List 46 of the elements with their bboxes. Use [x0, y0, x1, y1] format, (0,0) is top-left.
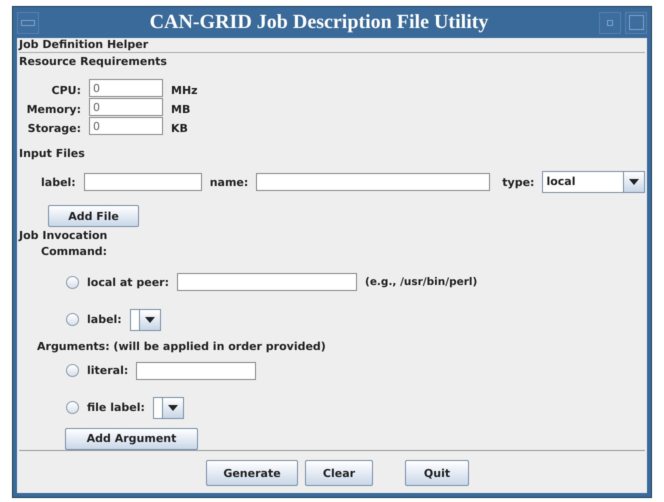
field-label: Storage: — [26, 122, 81, 135]
unit-label: MHz — [171, 84, 198, 97]
action-button[interactable]: Clear — [305, 460, 373, 486]
hint-text: (e.g., /usr/bin/perl) — [365, 276, 478, 288]
radio-button[interactable] — [66, 276, 79, 289]
section-title: Input Files — [19, 147, 85, 161]
section-title: Resource Requirements — [19, 55, 167, 69]
label-dropdown[interactable] — [130, 308, 161, 330]
window-menu-button[interactable] — [17, 12, 39, 34]
unit-label: KB — [171, 122, 189, 135]
caret-icon — [629, 179, 640, 185]
field-label: Arguments: (will be applied in order provided) — [37, 340, 326, 354]
option-label: literal: — [87, 364, 128, 378]
minimize-button[interactable] — [599, 12, 621, 34]
field-label: CPU: — [50, 84, 81, 97]
input-field[interactable]: 0 — [89, 117, 163, 135]
action-button[interactable]: Generate — [206, 460, 298, 486]
caret-icon — [168, 404, 178, 411]
radio-button[interactable] — [66, 401, 79, 414]
option-label: file label: — [87, 401, 145, 414]
caret-icon — [144, 316, 155, 322]
maximize-button[interactable] — [625, 12, 647, 34]
input-field[interactable]: 0 — [89, 98, 163, 116]
option-label: local at peer: — [87, 276, 170, 289]
type-dropdown[interactable]: local — [542, 171, 646, 193]
input-field[interactable] — [256, 173, 490, 191]
input-field[interactable]: 0 — [89, 79, 163, 97]
field-label: label: — [41, 176, 76, 188]
input-field[interactable] — [177, 273, 358, 292]
add-file-button[interactable]: Add File — [48, 205, 139, 228]
radio-button[interactable] — [66, 313, 79, 326]
input-field[interactable] — [84, 173, 202, 191]
action-button[interactable]: Quit — [405, 460, 469, 486]
window-title: CAN-GRID Job Description File Utility — [148, 11, 490, 34]
section-title: Job Definition Helper — [19, 38, 148, 52]
input-field[interactable] — [136, 362, 256, 380]
radio-button[interactable] — [66, 364, 79, 378]
add-argument-button[interactable]: Add Argument — [65, 428, 198, 450]
field-label: type: — [502, 176, 534, 188]
field-label: Command: — [41, 245, 108, 260]
option-label: label: — [87, 313, 122, 326]
field-label: name: — [210, 176, 248, 188]
section-title: Job Invocation — [19, 229, 108, 244]
unit-label: MB — [171, 103, 192, 116]
label-dropdown[interactable] — [152, 396, 184, 419]
field-label: Memory: — [26, 103, 81, 116]
